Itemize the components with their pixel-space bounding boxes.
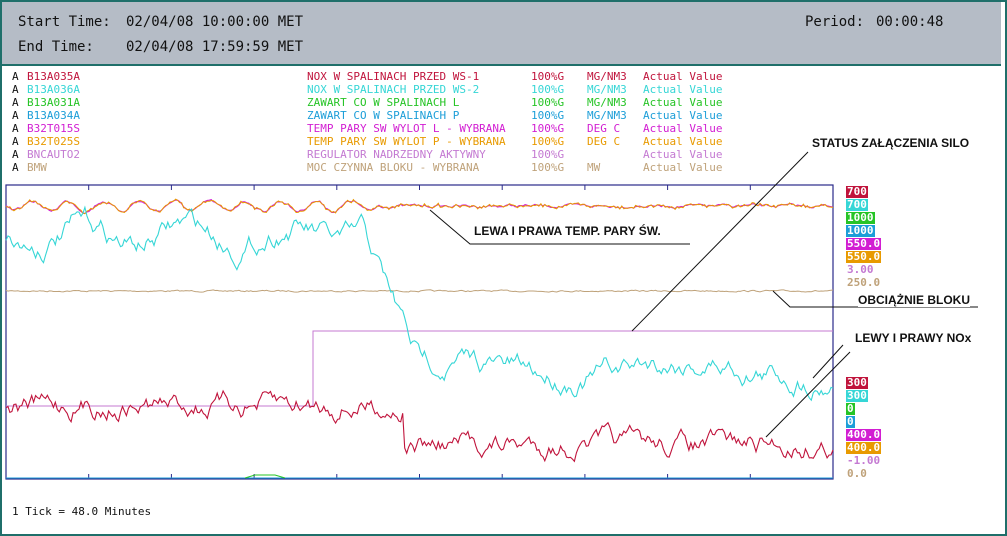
scale-label: 550.0 (846, 237, 882, 250)
scale-label: 400.0 (846, 428, 882, 441)
tick-info: 1 Tick = 48.0 Minutes (12, 505, 152, 518)
scale-label: 400.0 (846, 441, 882, 454)
scale-label: 0 (846, 415, 855, 428)
annotation-unit-load: OBCIĄŻNIE BLOKU (858, 293, 970, 307)
annotation-steam-temp: LEWA I PRAWA TEMP. PARY ŚW. (474, 224, 661, 238)
scale-label: 1000 (846, 211, 875, 224)
scale-label: 250.0 (847, 276, 881, 289)
scale-label: 700 (846, 185, 868, 198)
scale-label: -1.00 (847, 454, 881, 467)
scale-label: 700 (846, 198, 868, 211)
scale-label: 0 (846, 402, 855, 415)
annotation-nox: LEWY I PRAWY NOx (855, 331, 972, 345)
scale-label: 0.0 (847, 467, 867, 480)
annotation-silo-status: STATUS ZAŁĄCZENIA SILO (812, 136, 970, 150)
scale-label: 3.00 (847, 263, 874, 276)
scale-label: 300 (846, 376, 868, 389)
scale-label: 1000 (846, 224, 875, 237)
scale-label: 550.0 (846, 250, 882, 263)
scale-label: 300 (846, 389, 868, 402)
plot-area (5, 184, 834, 480)
